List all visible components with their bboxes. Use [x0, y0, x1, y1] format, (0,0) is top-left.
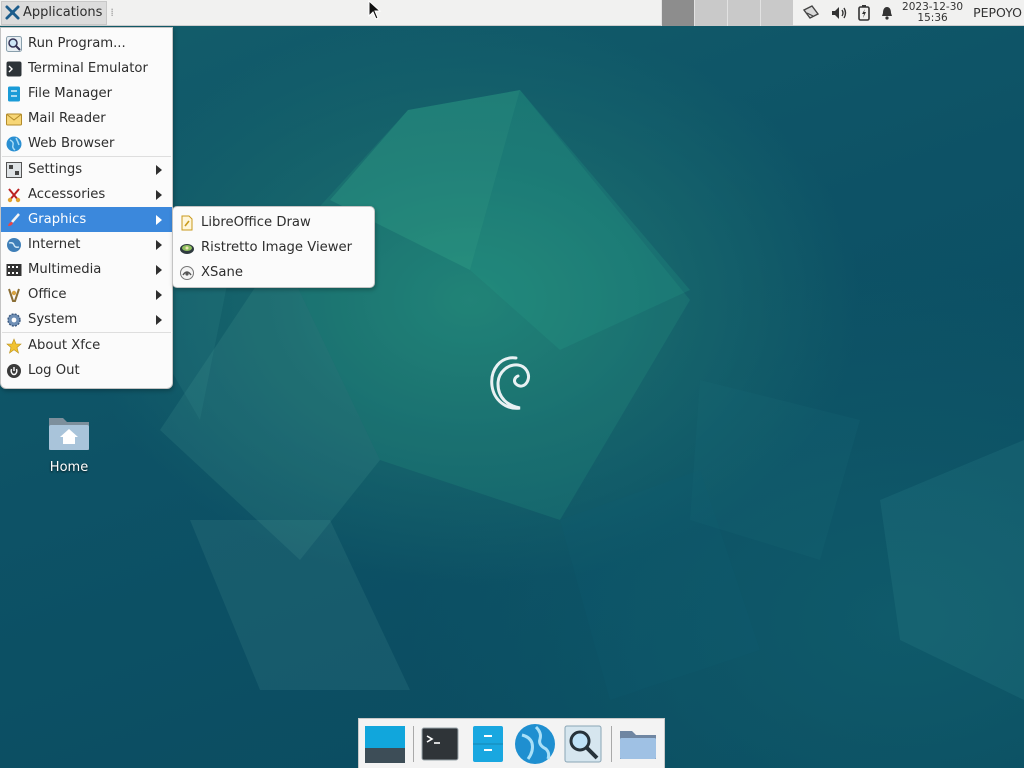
desktop-icon-label: Home: [49, 460, 89, 475]
menu-item-about-xfce[interactable]: About Xfce: [1, 333, 172, 358]
menu-item-label: Terminal Emulator: [28, 61, 148, 76]
menu-item-office[interactable]: Office: [1, 282, 172, 307]
search-icon: [6, 35, 22, 52]
graphics-icon: [8, 212, 20, 226]
submenu-item-xsane[interactable]: XSane: [173, 260, 374, 285]
menu-item-settings[interactable]: Settings: [1, 157, 172, 182]
submenu-item-ristretto-image-viewer[interactable]: Ristretto Image Viewer: [173, 235, 374, 260]
menu-item-internet[interactable]: Internet: [1, 232, 172, 257]
workspace-3[interactable]: [727, 0, 761, 26]
show-desktop-icon: [364, 725, 405, 763]
menu-item-run-program[interactable]: Run Program...: [1, 31, 172, 56]
terminal-icon: [6, 61, 22, 76]
dock-show-desktop[interactable]: [363, 722, 407, 766]
menu-item-terminal-emulator[interactable]: Terminal Emulator: [1, 56, 172, 81]
network-icon[interactable]: [801, 4, 821, 22]
debian-swirl-logo: [490, 356, 530, 410]
submenu-arrow-icon: [156, 315, 162, 325]
panel-separator-handle[interactable]: ⁞: [110, 6, 114, 19]
accessories-icon: [7, 187, 21, 202]
logout-icon: [7, 363, 21, 378]
clock-time: 15:36: [917, 11, 948, 24]
file-manager-icon: [472, 725, 503, 762]
menu-item-label: Log Out: [28, 363, 80, 378]
menu-item-label: Web Browser: [28, 136, 115, 151]
system-icon: [7, 312, 21, 327]
workspace-2[interactable]: [694, 0, 728, 26]
scanner-icon: [180, 265, 194, 280]
star-icon: [6, 337, 22, 354]
volume-icon[interactable]: [830, 5, 848, 21]
graphics-submenu: LibreOffice Draw Ristretto Image Viewer …: [172, 206, 375, 288]
submenu-item-label: Ristretto Image Viewer: [201, 240, 353, 255]
submenu-arrow-icon: [156, 190, 162, 200]
workspace-switcher: [661, 0, 794, 26]
menu-item-label: About Xfce: [28, 338, 101, 353]
folder-icon: [620, 730, 657, 759]
applications-menu: Run Program... Terminal Emulator File Ma…: [0, 27, 173, 389]
menu-item-label: File Manager: [28, 86, 113, 101]
menu-item-label: Graphics: [28, 212, 87, 227]
dock-file-manager[interactable]: [466, 722, 510, 766]
submenu-arrow-icon: [156, 240, 162, 250]
mouse-cursor-icon: [368, 0, 382, 20]
home-folder-icon: [49, 418, 89, 450]
menu-item-label: Accessories: [28, 187, 106, 202]
submenu-arrow-icon: [156, 265, 162, 275]
web-browser-icon: [515, 723, 556, 764]
menu-item-accessories[interactable]: Accessories: [1, 182, 172, 207]
menu-item-label: Mail Reader: [28, 111, 106, 126]
settings-icon: [6, 161, 22, 178]
office-icon: [8, 288, 20, 302]
clock[interactable]: 2023-12-30 15:36: [902, 0, 964, 24]
menu-item-label: Internet: [28, 237, 81, 252]
menu-item-log-out[interactable]: Log Out: [1, 358, 172, 383]
file-manager-icon: [8, 86, 20, 101]
submenu-arrow-icon: [156, 215, 162, 225]
menu-item-system[interactable]: System: [1, 307, 172, 332]
submenu-arrow-icon: [156, 290, 162, 300]
clock-date: 2023-12-30: [902, 0, 964, 13]
libreoffice-draw-icon: [181, 215, 193, 230]
workspace-4[interactable]: [760, 0, 794, 26]
bottom-dock: [358, 718, 665, 768]
xfce-logo-icon: [5, 5, 20, 20]
desktop-icon-home[interactable]: Home: [32, 412, 106, 475]
menu-item-graphics[interactable]: Graphics: [1, 207, 172, 232]
menu-item-label: Run Program...: [28, 36, 126, 51]
notification-bell-icon[interactable]: [880, 5, 894, 21]
applications-label: Applications: [23, 5, 103, 20]
menu-item-mail-reader[interactable]: Mail Reader: [1, 106, 172, 131]
dock-separator: [611, 725, 613, 762]
mail-icon: [6, 113, 22, 125]
submenu-arrow-icon: [156, 165, 162, 175]
user-menu[interactable]: PEPOYO: [973, 5, 1022, 20]
image-viewer-icon: [180, 243, 194, 254]
system-tray: [801, 0, 894, 26]
app-finder-icon: [564, 725, 602, 762]
menu-item-multimedia[interactable]: Multimedia: [1, 257, 172, 282]
dock-separator: [412, 725, 414, 762]
dock-app-finder[interactable]: [561, 722, 605, 766]
workspace-1[interactable]: [661, 0, 695, 26]
menu-item-file-manager[interactable]: File Manager: [1, 81, 172, 106]
battery-icon[interactable]: [857, 4, 871, 21]
menu-item-label: Multimedia: [28, 262, 102, 277]
top-panel: Applications ⁞ 2023-12-30 15:36 PEPOYO: [0, 0, 1024, 26]
submenu-item-label: XSane: [201, 265, 243, 280]
internet-icon: [7, 237, 21, 252]
menu-item-web-browser[interactable]: Web Browser: [1, 131, 172, 156]
menu-item-label: System: [28, 312, 78, 327]
submenu-item-libreoffice-draw[interactable]: LibreOffice Draw: [173, 210, 374, 235]
menu-item-label: Office: [28, 287, 67, 302]
dock-folder[interactable]: [616, 722, 660, 766]
submenu-item-label: LibreOffice Draw: [201, 215, 311, 230]
dock-web-browser[interactable]: [513, 722, 557, 766]
globe-icon: [6, 136, 22, 151]
applications-menu-button[interactable]: Applications: [1, 0, 108, 25]
dock-terminal[interactable]: [418, 722, 462, 766]
terminal-icon: [421, 727, 459, 760]
multimedia-icon: [6, 263, 22, 276]
menu-item-label: Settings: [28, 162, 83, 177]
